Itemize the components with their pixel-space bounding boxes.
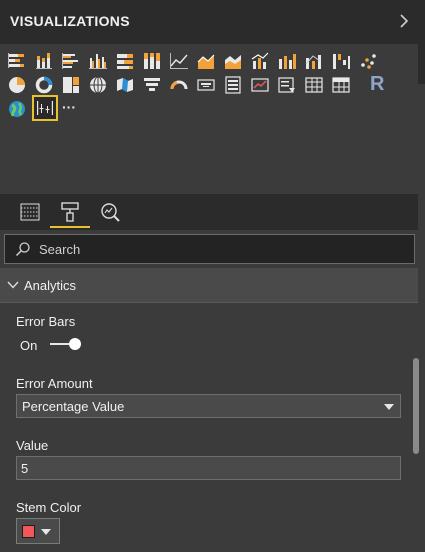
visualizations-header: VISUALIZATIONS [0, 0, 425, 44]
r-script-visual-icon[interactable]: R [370, 72, 392, 95]
search-icon [15, 242, 30, 257]
stem-color-label: Stem Color [16, 500, 82, 515]
toggle-state-text: On [20, 338, 38, 353]
search-input[interactable] [39, 239, 399, 259]
error-amount-dropdown[interactable]: Percentage Value [16, 394, 401, 418]
stem-color-picker[interactable] [16, 518, 60, 544]
stacked-bar-chart-icon[interactable] [6, 50, 28, 72]
stacked-area-chart-icon[interactable] [222, 50, 244, 72]
pane-scrollbar-thumb[interactable] [413, 358, 419, 454]
slicer-icon[interactable] [276, 74, 298, 96]
panel-title: VISUALIZATIONS [10, 13, 130, 29]
waterfall-chart-icon[interactable] [330, 50, 352, 72]
pane-scrollbar-track [418, 194, 425, 552]
dropdown-selected-value: Percentage Value [22, 399, 125, 414]
kpi-icon[interactable] [249, 74, 271, 96]
search-field[interactable] [4, 234, 415, 264]
analytics-magnifier-icon [101, 203, 120, 222]
error-bars-toggle[interactable] [48, 337, 82, 351]
analytics-section-header[interactable]: Analytics [0, 268, 418, 303]
line-chart-icon[interactable] [168, 50, 190, 72]
globe-map-icon[interactable] [6, 98, 28, 120]
visual-gallery: R ··· [0, 44, 418, 194]
toggle-knob [69, 338, 81, 350]
fields-icon [20, 203, 40, 221]
error-amount-label: Error Amount [16, 376, 93, 391]
scatter-chart-icon[interactable] [357, 50, 379, 72]
color-swatch [22, 525, 35, 538]
tab-analytics[interactable] [90, 194, 130, 230]
section-title: Analytics [24, 278, 77, 293]
pie-chart-icon[interactable] [6, 74, 28, 96]
line-and-stacked-column-chart-icon[interactable] [249, 50, 271, 72]
treemap-icon[interactable] [60, 74, 82, 96]
funnel-icon[interactable] [141, 74, 163, 96]
ribbon-chart-icon[interactable] [303, 50, 325, 72]
chevron-down-icon [7, 281, 19, 289]
caret-down-icon [41, 529, 51, 535]
pane-tab-bar [0, 194, 418, 230]
matrix-icon[interactable] [330, 74, 352, 96]
area-chart-icon[interactable] [195, 50, 217, 72]
caret-down-icon [384, 404, 394, 410]
gauge-icon[interactable] [168, 74, 190, 96]
clustered-bar-chart-icon[interactable] [60, 50, 82, 72]
gallery-scrollbar[interactable] [418, 44, 425, 84]
donut-chart-icon[interactable] [33, 74, 55, 96]
format-paint-roller-icon [61, 202, 79, 222]
map-icon[interactable] [87, 74, 109, 96]
more-options-icon[interactable]: ··· [62, 98, 84, 120]
table-icon[interactable] [303, 74, 325, 96]
clustered-column-chart-icon[interactable] [87, 50, 109, 72]
filled-map-icon[interactable] [114, 74, 136, 96]
chevron-right-icon[interactable] [397, 12, 411, 30]
card-icon[interactable] [195, 74, 217, 96]
error-bar-chart-icon[interactable] [32, 95, 58, 121]
tab-fields[interactable] [10, 194, 50, 230]
error-bars-label: Error Bars [16, 314, 76, 329]
multi-row-card-icon[interactable] [222, 74, 244, 96]
value-label: Value [16, 438, 49, 453]
100-percent-stacked-bar-chart-icon[interactable] [114, 50, 136, 72]
100-percent-stacked-column-chart-icon[interactable] [141, 50, 163, 72]
line-and-clustered-column-chart-icon[interactable] [276, 50, 298, 72]
value-input[interactable] [21, 460, 391, 476]
value-field[interactable] [16, 456, 401, 480]
stacked-column-chart-icon[interactable] [33, 50, 55, 72]
tab-format[interactable] [50, 194, 90, 230]
